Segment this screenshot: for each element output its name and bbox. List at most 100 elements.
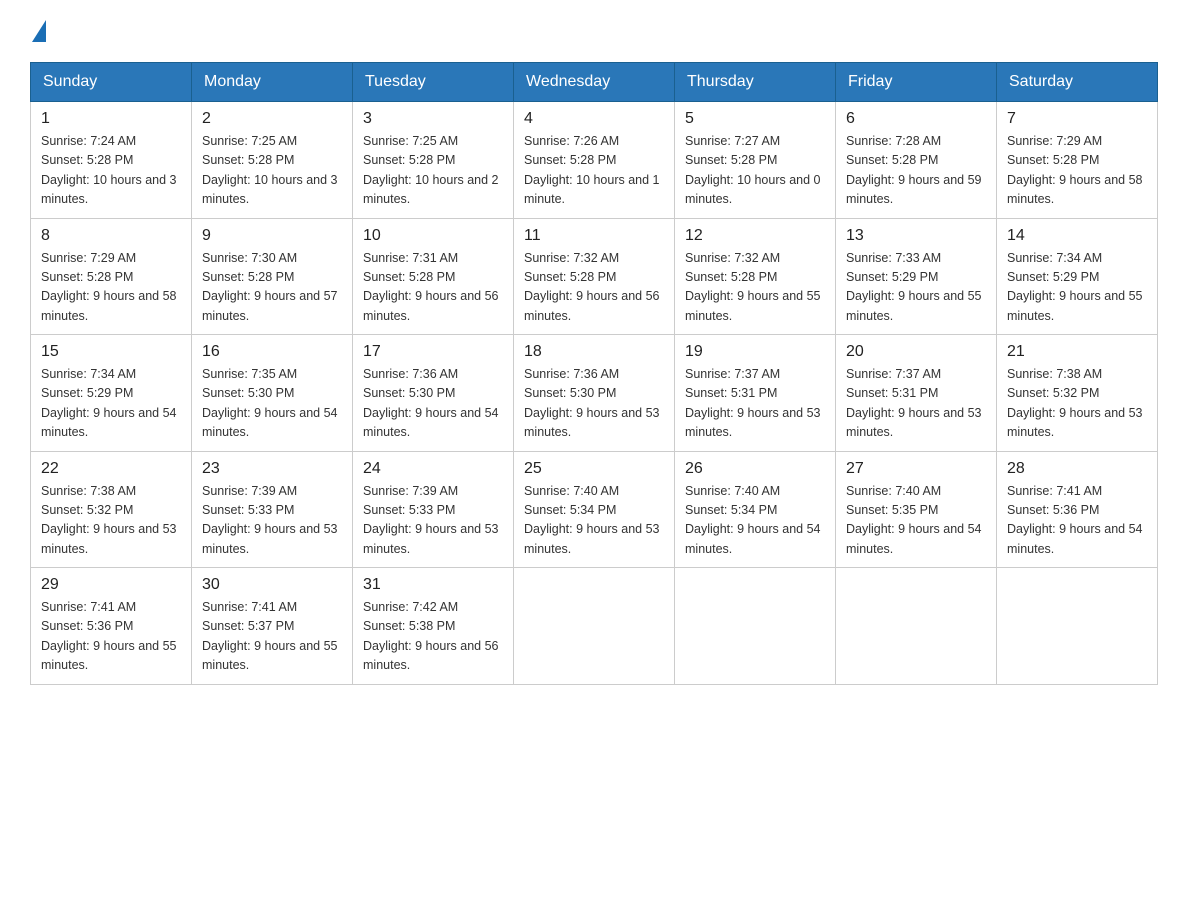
day-info: Sunrise: 7:28 AM Sunset: 5:28 PM Dayligh… <box>846 132 986 210</box>
weekday-header-sunday: Sunday <box>31 63 192 102</box>
calendar-cell: 26 Sunrise: 7:40 AM Sunset: 5:34 PM Dayl… <box>675 451 836 568</box>
day-info: Sunrise: 7:35 AM Sunset: 5:30 PM Dayligh… <box>202 365 342 443</box>
day-number: 22 <box>41 460 181 478</box>
calendar-cell: 31 Sunrise: 7:42 AM Sunset: 5:38 PM Dayl… <box>353 568 514 685</box>
calendar-cell: 25 Sunrise: 7:40 AM Sunset: 5:34 PM Dayl… <box>514 451 675 568</box>
day-number: 16 <box>202 343 342 361</box>
day-number: 28 <box>1007 460 1147 478</box>
calendar-cell: 7 Sunrise: 7:29 AM Sunset: 5:28 PM Dayli… <box>997 102 1158 219</box>
day-number: 21 <box>1007 343 1147 361</box>
day-info: Sunrise: 7:41 AM Sunset: 5:36 PM Dayligh… <box>41 598 181 676</box>
week-row-3: 15 Sunrise: 7:34 AM Sunset: 5:29 PM Dayl… <box>31 335 1158 452</box>
calendar-cell: 9 Sunrise: 7:30 AM Sunset: 5:28 PM Dayli… <box>192 218 353 335</box>
weekday-header-row: SundayMondayTuesdayWednesdayThursdayFrid… <box>31 63 1158 102</box>
page-header <box>30 20 1158 42</box>
weekday-header-thursday: Thursday <box>675 63 836 102</box>
calendar-cell: 27 Sunrise: 7:40 AM Sunset: 5:35 PM Dayl… <box>836 451 997 568</box>
weekday-header-tuesday: Tuesday <box>353 63 514 102</box>
calendar-cell <box>675 568 836 685</box>
day-number: 26 <box>685 460 825 478</box>
day-info: Sunrise: 7:34 AM Sunset: 5:29 PM Dayligh… <box>1007 249 1147 327</box>
day-number: 17 <box>363 343 503 361</box>
day-number: 1 <box>41 110 181 128</box>
logo-arrow-icon <box>32 20 46 42</box>
day-number: 19 <box>685 343 825 361</box>
day-info: Sunrise: 7:32 AM Sunset: 5:28 PM Dayligh… <box>524 249 664 327</box>
day-number: 6 <box>846 110 986 128</box>
day-info: Sunrise: 7:31 AM Sunset: 5:28 PM Dayligh… <box>363 249 503 327</box>
day-number: 11 <box>524 227 664 245</box>
calendar-cell: 24 Sunrise: 7:39 AM Sunset: 5:33 PM Dayl… <box>353 451 514 568</box>
calendar-cell: 12 Sunrise: 7:32 AM Sunset: 5:28 PM Dayl… <box>675 218 836 335</box>
day-info: Sunrise: 7:24 AM Sunset: 5:28 PM Dayligh… <box>41 132 181 210</box>
day-info: Sunrise: 7:37 AM Sunset: 5:31 PM Dayligh… <box>846 365 986 443</box>
day-info: Sunrise: 7:39 AM Sunset: 5:33 PM Dayligh… <box>363 482 503 560</box>
week-row-5: 29 Sunrise: 7:41 AM Sunset: 5:36 PM Dayl… <box>31 568 1158 685</box>
weekday-header-saturday: Saturday <box>997 63 1158 102</box>
calendar-cell: 16 Sunrise: 7:35 AM Sunset: 5:30 PM Dayl… <box>192 335 353 452</box>
calendar-cell: 19 Sunrise: 7:37 AM Sunset: 5:31 PM Dayl… <box>675 335 836 452</box>
day-number: 24 <box>363 460 503 478</box>
day-info: Sunrise: 7:29 AM Sunset: 5:28 PM Dayligh… <box>1007 132 1147 210</box>
day-info: Sunrise: 7:25 AM Sunset: 5:28 PM Dayligh… <box>363 132 503 210</box>
calendar-cell: 4 Sunrise: 7:26 AM Sunset: 5:28 PM Dayli… <box>514 102 675 219</box>
day-info: Sunrise: 7:26 AM Sunset: 5:28 PM Dayligh… <box>524 132 664 210</box>
calendar-cell: 17 Sunrise: 7:36 AM Sunset: 5:30 PM Dayl… <box>353 335 514 452</box>
day-number: 15 <box>41 343 181 361</box>
day-number: 9 <box>202 227 342 245</box>
calendar-cell: 30 Sunrise: 7:41 AM Sunset: 5:37 PM Dayl… <box>192 568 353 685</box>
weekday-header-friday: Friday <box>836 63 997 102</box>
calendar-cell <box>997 568 1158 685</box>
day-info: Sunrise: 7:37 AM Sunset: 5:31 PM Dayligh… <box>685 365 825 443</box>
calendar-cell: 13 Sunrise: 7:33 AM Sunset: 5:29 PM Dayl… <box>836 218 997 335</box>
day-info: Sunrise: 7:36 AM Sunset: 5:30 PM Dayligh… <box>524 365 664 443</box>
weekday-header-wednesday: Wednesday <box>514 63 675 102</box>
calendar-cell: 3 Sunrise: 7:25 AM Sunset: 5:28 PM Dayli… <box>353 102 514 219</box>
day-info: Sunrise: 7:30 AM Sunset: 5:28 PM Dayligh… <box>202 249 342 327</box>
day-number: 10 <box>363 227 503 245</box>
calendar-cell: 18 Sunrise: 7:36 AM Sunset: 5:30 PM Dayl… <box>514 335 675 452</box>
day-info: Sunrise: 7:25 AM Sunset: 5:28 PM Dayligh… <box>202 132 342 210</box>
calendar-cell: 2 Sunrise: 7:25 AM Sunset: 5:28 PM Dayli… <box>192 102 353 219</box>
day-info: Sunrise: 7:27 AM Sunset: 5:28 PM Dayligh… <box>685 132 825 210</box>
calendar-cell: 1 Sunrise: 7:24 AM Sunset: 5:28 PM Dayli… <box>31 102 192 219</box>
day-number: 23 <box>202 460 342 478</box>
day-info: Sunrise: 7:33 AM Sunset: 5:29 PM Dayligh… <box>846 249 986 327</box>
day-number: 25 <box>524 460 664 478</box>
logo <box>30 20 46 42</box>
day-number: 5 <box>685 110 825 128</box>
calendar-cell: 22 Sunrise: 7:38 AM Sunset: 5:32 PM Dayl… <box>31 451 192 568</box>
day-info: Sunrise: 7:29 AM Sunset: 5:28 PM Dayligh… <box>41 249 181 327</box>
calendar-cell: 29 Sunrise: 7:41 AM Sunset: 5:36 PM Dayl… <box>31 568 192 685</box>
day-info: Sunrise: 7:32 AM Sunset: 5:28 PM Dayligh… <box>685 249 825 327</box>
day-info: Sunrise: 7:36 AM Sunset: 5:30 PM Dayligh… <box>363 365 503 443</box>
week-row-2: 8 Sunrise: 7:29 AM Sunset: 5:28 PM Dayli… <box>31 218 1158 335</box>
day-number: 20 <box>846 343 986 361</box>
day-number: 14 <box>1007 227 1147 245</box>
calendar-table: SundayMondayTuesdayWednesdayThursdayFrid… <box>30 62 1158 685</box>
day-number: 7 <box>1007 110 1147 128</box>
day-number: 27 <box>846 460 986 478</box>
day-number: 31 <box>363 576 503 594</box>
calendar-cell <box>514 568 675 685</box>
day-info: Sunrise: 7:39 AM Sunset: 5:33 PM Dayligh… <box>202 482 342 560</box>
calendar-cell: 5 Sunrise: 7:27 AM Sunset: 5:28 PM Dayli… <box>675 102 836 219</box>
day-number: 12 <box>685 227 825 245</box>
day-info: Sunrise: 7:38 AM Sunset: 5:32 PM Dayligh… <box>1007 365 1147 443</box>
day-number: 18 <box>524 343 664 361</box>
day-number: 4 <box>524 110 664 128</box>
day-number: 3 <box>363 110 503 128</box>
day-info: Sunrise: 7:40 AM Sunset: 5:35 PM Dayligh… <box>846 482 986 560</box>
day-info: Sunrise: 7:34 AM Sunset: 5:29 PM Dayligh… <box>41 365 181 443</box>
calendar-cell: 28 Sunrise: 7:41 AM Sunset: 5:36 PM Dayl… <box>997 451 1158 568</box>
day-info: Sunrise: 7:42 AM Sunset: 5:38 PM Dayligh… <box>363 598 503 676</box>
calendar-cell <box>836 568 997 685</box>
day-number: 2 <box>202 110 342 128</box>
calendar-cell: 21 Sunrise: 7:38 AM Sunset: 5:32 PM Dayl… <box>997 335 1158 452</box>
calendar-cell: 8 Sunrise: 7:29 AM Sunset: 5:28 PM Dayli… <box>31 218 192 335</box>
calendar-cell: 14 Sunrise: 7:34 AM Sunset: 5:29 PM Dayl… <box>997 218 1158 335</box>
weekday-header-monday: Monday <box>192 63 353 102</box>
calendar-cell: 6 Sunrise: 7:28 AM Sunset: 5:28 PM Dayli… <box>836 102 997 219</box>
calendar-cell: 23 Sunrise: 7:39 AM Sunset: 5:33 PM Dayl… <box>192 451 353 568</box>
calendar-cell: 20 Sunrise: 7:37 AM Sunset: 5:31 PM Dayl… <box>836 335 997 452</box>
